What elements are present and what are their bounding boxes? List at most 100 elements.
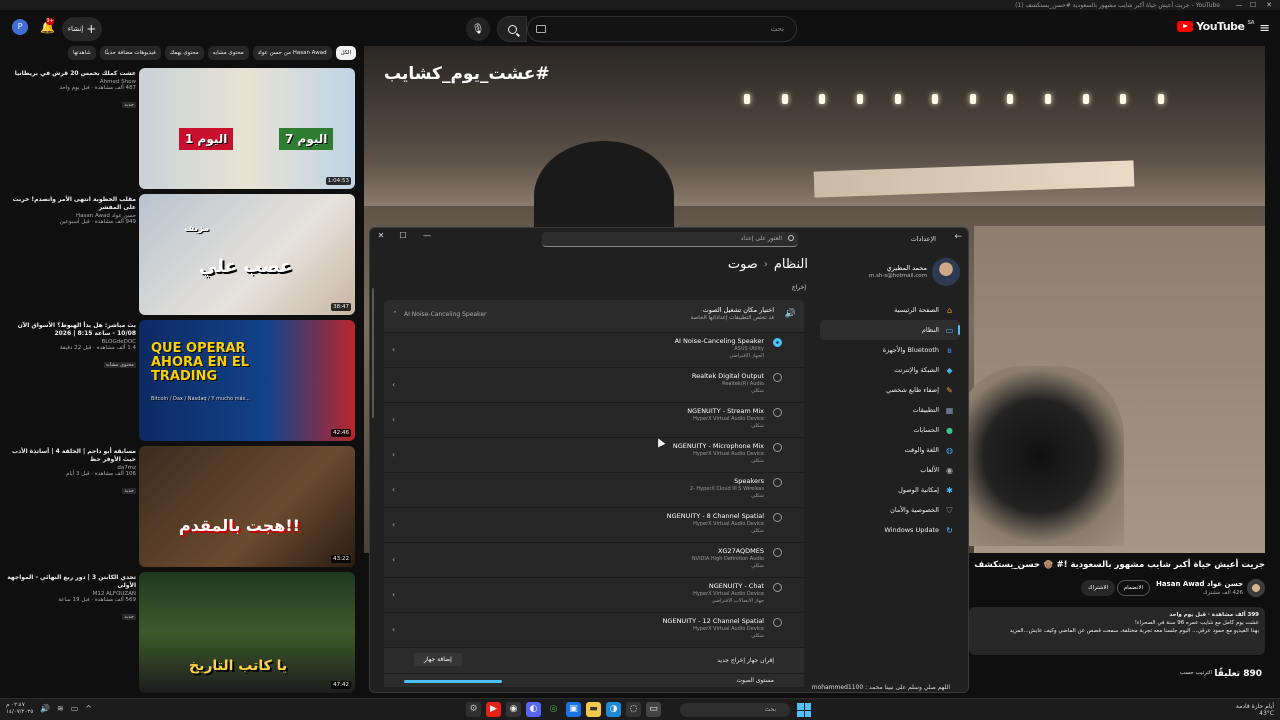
chevron-left-icon[interactable]: ‹: [392, 590, 395, 599]
chip-from-channel[interactable]: من حسن عواد Hasan Awad: [252, 46, 332, 60]
video-thumbnail[interactable]: يا كاتب التاريخ 47:42: [139, 572, 355, 693]
nav-item[interactable]: ● الحسابات: [820, 420, 960, 440]
nav-item[interactable]: ◍ اللغة والوقت: [820, 440, 960, 460]
settings-close-button[interactable]: ✕: [370, 228, 392, 244]
nav-item[interactable]: ✎ إضفاء طابع شخصي: [820, 380, 960, 400]
chevron-left-icon[interactable]: ‹: [392, 345, 395, 354]
video-title[interactable]: تحدي الكابتن 3 | دور ربع النهائي - الموا…: [4, 574, 136, 590]
output-device-row[interactable]: NGENUITY - Microphone Mix HyperX Virtual …: [384, 437, 804, 472]
output-device-row[interactable]: NGENUITY - Stream Mix HyperX Virtual Audi…: [384, 402, 804, 437]
subscribe-button[interactable]: الاشتراك: [1080, 580, 1115, 596]
device-radio[interactable]: [773, 513, 782, 522]
video-title[interactable]: عشت كملك بخمس 20 قرش في بريطانيا: [4, 70, 136, 78]
menu-icon[interactable]: ≡: [1259, 21, 1270, 36]
search-input[interactable]: بحث: [527, 16, 797, 42]
video-thumbnail[interactable]: اليوم 1 اليوم 7 1:04:53: [139, 68, 355, 189]
chevron-up-icon[interactable]: ⌃: [392, 310, 398, 318]
chevron-left-icon[interactable]: ‹: [392, 450, 395, 459]
keyboard-icon[interactable]: [536, 25, 546, 33]
create-button[interactable]: إنشاء +: [62, 17, 102, 41]
output-device-row[interactable]: Realtek Digital Output Realtek(R) Audio شك…: [384, 367, 804, 402]
device-radio[interactable]: [773, 338, 782, 347]
close-button[interactable]: ✕: [1264, 1, 1274, 9]
user-profile[interactable]: محمد المطيري m.sh-s@hotmail.com: [810, 258, 960, 288]
settings-window[interactable]: ✕ ☐ — ← الإعدادات العثور على إعداد محمد …: [369, 227, 969, 693]
nav-item[interactable]: ◉ الألعاب: [820, 460, 960, 480]
nav-item[interactable]: ▦ التطبيقات: [820, 400, 960, 420]
output-device-selector[interactable]: 🔊 اختيار مكان تشغيل الصوت قد تختص التطبي…: [384, 300, 804, 332]
device-radio[interactable]: [773, 443, 782, 452]
voice-search-button[interactable]: 🎙: [466, 17, 490, 41]
chevron-left-icon[interactable]: ‹: [392, 625, 395, 634]
nav-item[interactable]: ⌂ الصفحة الرئيسية: [820, 300, 960, 320]
settings-maximize-button[interactable]: ☐: [392, 228, 414, 244]
settings-search-input[interactable]: العثور على إعداد: [542, 232, 798, 247]
chip-for-you[interactable]: محتوى يهمك: [164, 46, 204, 60]
battery-icon[interactable]: ▭: [71, 704, 79, 713]
join-button[interactable]: الانضمام: [1116, 580, 1150, 596]
maximize-button[interactable]: ☐: [1248, 1, 1258, 9]
chevron-up-icon[interactable]: ^: [85, 704, 92, 713]
recommendation-item[interactable]: QUE OPERAR AHORA EN EL TRADING Bitcoin /…: [0, 320, 360, 442]
device-radio[interactable]: [773, 548, 782, 557]
account-avatar[interactable]: P: [12, 19, 28, 35]
breadcrumb-parent[interactable]: النظام: [774, 257, 808, 272]
obs-icon[interactable]: ◉: [506, 702, 521, 717]
chrome-icon[interactable]: ◎: [546, 702, 561, 717]
terminal-icon[interactable]: ▭: [646, 702, 661, 717]
discord-icon[interactable]: ◐: [526, 702, 541, 717]
settings-gear-icon[interactable]: ⚙: [466, 702, 481, 717]
device-radio[interactable]: [773, 583, 782, 592]
nav-item[interactable]: ▭ النظام: [820, 320, 960, 340]
volume-slider[interactable]: [404, 680, 502, 683]
output-device-row[interactable]: NGENUITY - 8 Channel Spatial HyperX Virtu…: [384, 507, 804, 542]
chevron-left-icon[interactable]: ‹: [392, 485, 395, 494]
device-radio[interactable]: [773, 478, 782, 487]
output-device-row[interactable]: NGENUITY - 12 Channel Spatial HyperX Virt…: [384, 612, 804, 647]
video-thumbnail[interactable]: عصب علي مزيف 38:47: [139, 194, 355, 315]
output-device-row[interactable]: NGENUITY - Chat HyperX Virtual Audio Devi…: [384, 577, 804, 612]
video-title[interactable]: مسابقة أبو داحم | الحلقة 4 | أساتذة الأد…: [4, 448, 136, 464]
device-radio[interactable]: [773, 373, 782, 382]
chevron-left-icon[interactable]: ‹: [392, 415, 395, 424]
steam-icon[interactable]: ◌: [626, 702, 641, 717]
device-radio[interactable]: [773, 408, 782, 417]
output-device-row[interactable]: XG27AQDMES NVIDIA High Definition Audio شك…: [384, 542, 804, 577]
channel-name-main[interactable]: حسن عواد Hasan Awad: [1156, 580, 1243, 588]
video-thumbnail[interactable]: هجت بالمقدم!! 43:22: [139, 446, 355, 567]
chip-recently-uploaded[interactable]: فيديوهات مضافة حديثًا: [99, 46, 161, 60]
recommendation-item[interactable]: اليوم 1 اليوم 7 1:04:53 عشت كملك بخمس 20…: [0, 68, 360, 190]
weather-widget[interactable]: أيام حارة قادمة 43°C: [1236, 703, 1274, 717]
channel-avatar[interactable]: [1247, 579, 1265, 597]
wifi-icon[interactable]: ≋: [57, 704, 64, 713]
video-thumbnail[interactable]: QUE OPERAR AHORA EN EL TRADING Bitcoin /…: [139, 320, 355, 441]
device-radio[interactable]: [773, 618, 782, 627]
output-device-row[interactable]: AI Noise-Canceling Speaker ASUS Utility ال…: [384, 332, 804, 367]
speaker-tray-icon[interactable]: 🔊: [40, 704, 50, 713]
video-title[interactable]: مقلب الخطوبة انتهى الأمر وانصدم! خربت عل…: [4, 196, 136, 212]
start-button[interactable]: [797, 703, 811, 717]
recommendation-item[interactable]: عصب علي مزيف 38:47 مقلب الخطوبة انتهى ال…: [0, 194, 360, 316]
store-icon[interactable]: ▣: [566, 702, 581, 717]
recommendation-item[interactable]: يا كاتب التاريخ 47:42 تحدي الكابتن 3 | د…: [0, 572, 360, 694]
youtube-app-icon[interactable]: ▶: [486, 702, 501, 717]
nav-item[interactable]: ✱ إمكانية الوصول: [820, 480, 960, 500]
edge-icon[interactable]: ◑: [606, 702, 621, 717]
chevron-left-icon[interactable]: ‹: [392, 520, 395, 529]
taskbar-clock[interactable]: ٠٢:٤٧ م ١٤/٠٧/٢٠٢٥: [6, 702, 33, 716]
nav-item[interactable]: ʙ Bluetooth والأجهزة: [820, 340, 960, 360]
folder-icon[interactable]: ▬: [586, 702, 601, 717]
back-arrow-icon[interactable]: ←: [954, 232, 962, 242]
sort-comments-button[interactable]: الترتيب حسب: [1180, 670, 1212, 676]
minimize-button[interactable]: —: [1234, 1, 1244, 9]
description-box[interactable]: 399 ألف مشاهدة · قبل يوم واحد عشت يوم كا…: [969, 607, 1265, 655]
chip-watched[interactable]: شاهدتها: [67, 46, 96, 60]
settings-minimize-button[interactable]: —: [416, 228, 438, 244]
nav-item[interactable]: ◆ الشبكة والإنترنت: [820, 360, 960, 380]
settings-scrollbar[interactable]: [372, 288, 374, 418]
add-device-button[interactable]: إضافة جهاز: [414, 653, 462, 666]
chip-all[interactable]: الكل: [335, 46, 356, 60]
output-device-row[interactable]: Speakers 2- HyperX Cloud III S Wireless شك…: [384, 472, 804, 507]
taskbar-search[interactable]: بحث: [680, 703, 790, 717]
video-title[interactable]: بث مباشر: هل بدأ الهبوط؟ الأسواق الآن 10…: [4, 322, 136, 338]
